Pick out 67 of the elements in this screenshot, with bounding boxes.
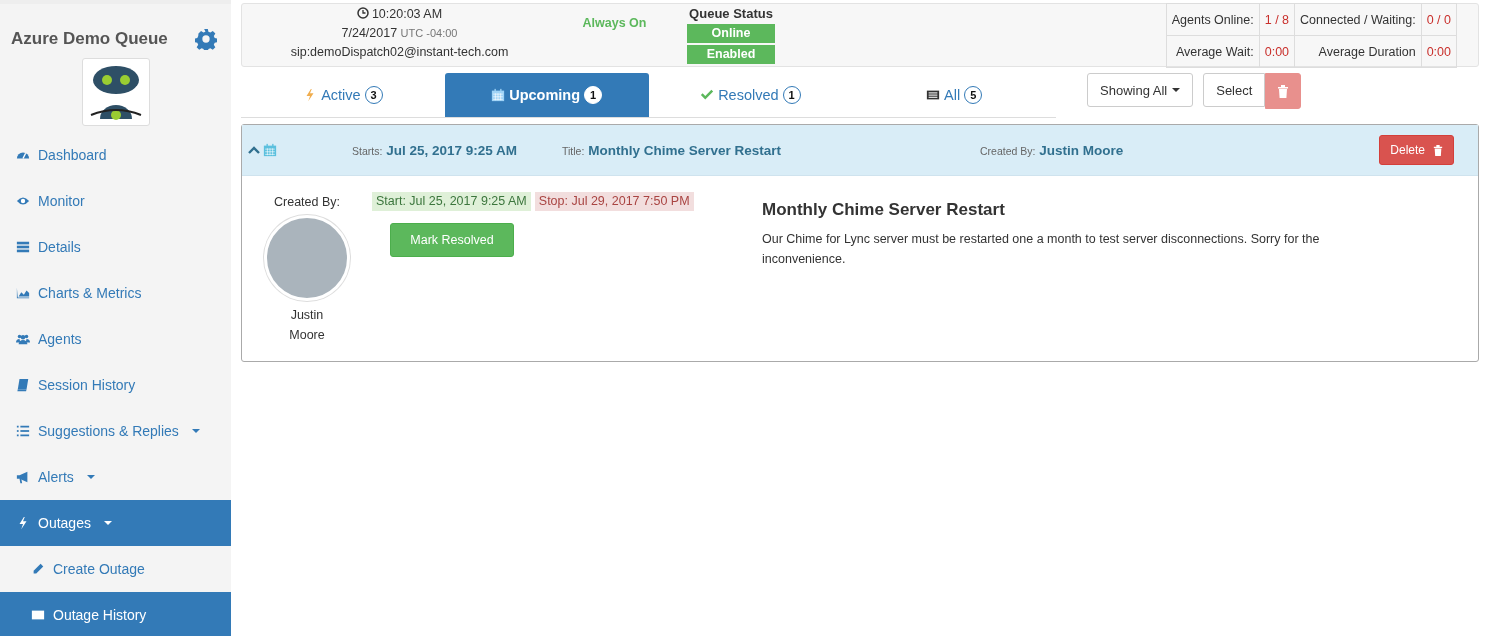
filter-dropdown[interactable]: Showing All — [1087, 73, 1194, 107]
tab[interactable]: Active 3 — [241, 73, 445, 117]
stat-label: Agents Online: — [1166, 3, 1260, 36]
nav-item[interactable]: Dashboard — [0, 132, 231, 178]
nav-item[interactable]: Outage History — [0, 592, 231, 636]
nav-item[interactable]: Details — [0, 224, 231, 270]
tab[interactable]: All 5 — [852, 73, 1056, 117]
calendar-icon — [263, 143, 277, 157]
card-icon — [31, 608, 45, 622]
trash-icon — [1277, 84, 1290, 98]
list-icon — [16, 240, 30, 254]
count-badge: 1 — [782, 86, 801, 104]
queue-mode: Always On — [582, 16, 647, 30]
stat-label: Average Duration — [1294, 35, 1422, 68]
numlist-icon — [16, 424, 30, 438]
timezone: UTC -04:00 — [400, 27, 458, 39]
nav-item[interactable]: Session History — [0, 362, 231, 408]
stat-label: Connected / Waiting: — [1294, 3, 1422, 36]
tab[interactable]: Upcoming 1 — [444, 73, 649, 117]
current-date: 7/24/2017 — [341, 26, 398, 40]
stat-value: 0 / 0 — [1421, 3, 1457, 36]
count-badge: 1 — [584, 86, 603, 104]
outage-heading: Monthly Chime Server Restart — [762, 200, 1006, 220]
count-badge: 5 — [964, 86, 983, 104]
nav-item[interactable]: Outages — [0, 500, 231, 546]
check-icon — [700, 88, 715, 102]
calendar-icon — [491, 88, 506, 102]
status-badge: Enabled — [687, 45, 775, 64]
gear-icon[interactable] — [195, 28, 217, 50]
mark-resolved-button[interactable]: Mark Resolved — [390, 223, 514, 257]
clock-icon — [356, 7, 369, 19]
delete-selected-button[interactable] — [1265, 73, 1302, 109]
nav-item[interactable]: Agents — [0, 316, 231, 362]
stat-value: 0:00 — [1421, 35, 1457, 68]
author-name: Justin Moore — [288, 307, 326, 344]
outage-description: Our Chime for Lync server must be restarted one a month to test server disconnections. Sorry for the inconvenience. — [762, 231, 1321, 268]
card-icon — [926, 88, 941, 102]
nav-item[interactable]: Monitor — [0, 178, 231, 224]
robot-logo-drawing — [81, 58, 150, 126]
trash-icon — [1433, 144, 1443, 156]
created-by-label: Created By: — [274, 194, 340, 211]
tab[interactable]: Resolved 1 — [648, 73, 853, 117]
stat-value: 1 / 8 — [1259, 3, 1295, 36]
book-icon — [16, 378, 30, 392]
stop-time-tag: Stop: Jul 29, 2017 7:50 PM — [534, 192, 694, 211]
count-badge: 3 — [364, 86, 383, 104]
current-time: 10:20:03 AM — [371, 7, 443, 21]
chevron-icon[interactable] — [248, 145, 260, 155]
stat-value: 0:00 — [1259, 35, 1295, 68]
stat-label: Average Wait: — [1166, 35, 1260, 68]
bullhorn-icon — [16, 470, 30, 484]
queue-title: Azure Demo Queue — [11, 29, 168, 49]
select-button[interactable]: Select — [1203, 73, 1266, 107]
title-field: Title: Monthly Chime Server Restart — [562, 142, 782, 158]
starts-field: Starts: Jul 25, 2017 9:25 AM — [352, 142, 518, 158]
queue-status-label: Queue Status — [689, 6, 773, 22]
users-icon — [16, 332, 30, 346]
start-time-tag: Start: Jul 25, 2017 9:25 AM — [372, 192, 531, 211]
nav-item[interactable]: Charts & Metrics — [0, 270, 231, 316]
sip-address: sip:demoDispatch02@instant-tech.com — [290, 45, 509, 59]
created-by-field: Created By: Justin Moore — [980, 142, 1124, 158]
delete-button[interactable]: Delete — [1379, 135, 1454, 165]
nav-item[interactable]: Create Outage — [0, 546, 231, 592]
nav-item[interactable]: Alerts — [0, 454, 231, 500]
pencil-icon — [31, 562, 45, 576]
nav-item[interactable]: Suggestions & Replies — [0, 408, 231, 454]
status-badge: Online — [687, 24, 775, 43]
